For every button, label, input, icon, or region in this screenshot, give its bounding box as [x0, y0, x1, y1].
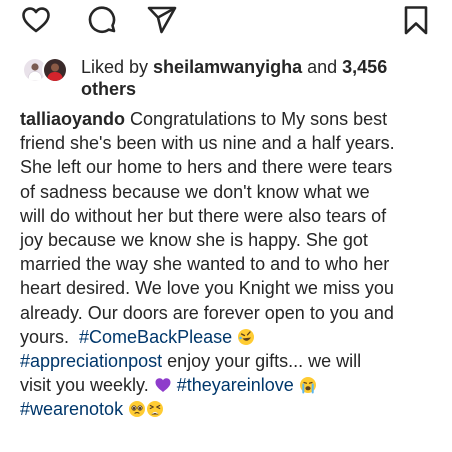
caption-username[interactable]: talliaoyando — [20, 109, 125, 129]
bookmark-icon[interactable] — [400, 4, 432, 36]
crying-face-emoji-icon — [299, 376, 317, 394]
tired-face-emoji-icon — [146, 400, 164, 418]
likes-others[interactable]: others — [81, 79, 136, 99]
post-action-bar — [0, 0, 452, 44]
likes-and: and — [302, 57, 343, 77]
liker-username[interactable]: sheilamwanyigha — [153, 57, 302, 77]
likes-count[interactable]: 3,456 — [342, 57, 387, 77]
caption-line: Congratulations to My sons best — [125, 109, 388, 129]
purple-heart-emoji-icon — [154, 376, 172, 394]
caption-line: yours. — [20, 326, 80, 347]
avatar — [42, 57, 68, 83]
send-icon[interactable] — [146, 4, 178, 36]
liker-avatars[interactable] — [22, 57, 70, 85]
likes-row: Liked by sheilamwanyigha and 3,456 others — [20, 54, 441, 100]
comment-icon[interactable] — [86, 4, 118, 36]
caption-line: joy because we know she is happy. She go… — [20, 230, 368, 251]
likes-summary[interactable]: Liked by sheilamwanyigha and 3,456 others — [81, 56, 441, 100]
hashtag-theyareinlove[interactable]: #theyareinlove — [177, 375, 294, 395]
heart-icon[interactable] — [20, 4, 52, 36]
caption-line: married the way she wanted to and to who… — [20, 254, 390, 275]
caption-line: She left our home to hers and there were… — [20, 157, 393, 178]
post-caption: talliaoyando Congratulations to My sons … — [20, 107, 440, 422]
pleading-face-emoji-icon — [128, 400, 146, 418]
caption-line: will do without her but there were also … — [20, 205, 387, 226]
caption-text-gifts: enjoy your gifts... we will — [162, 351, 362, 372]
hashtag-appreciationpost[interactable]: #appreciationpost — [20, 351, 162, 371]
hashtag-comebackplease[interactable]: #ComeBackPlease — [79, 327, 232, 347]
caption-line: of sadness because we don't know what we — [20, 181, 370, 202]
caption-line: already. Our doors are forever open to y… — [20, 302, 394, 323]
caption-line: heart desired. We love you Knight we mis… — [20, 278, 394, 299]
caption-line: friend she's been with us nine and a hal… — [20, 133, 395, 154]
hashtag-wearenotok[interactable]: #wearenotok — [20, 399, 123, 419]
caption-text-visit: visit you weekly. — [20, 375, 154, 396]
likes-prefix: Liked by — [81, 57, 154, 77]
rolling-laughing-emoji-icon — [237, 328, 255, 346]
